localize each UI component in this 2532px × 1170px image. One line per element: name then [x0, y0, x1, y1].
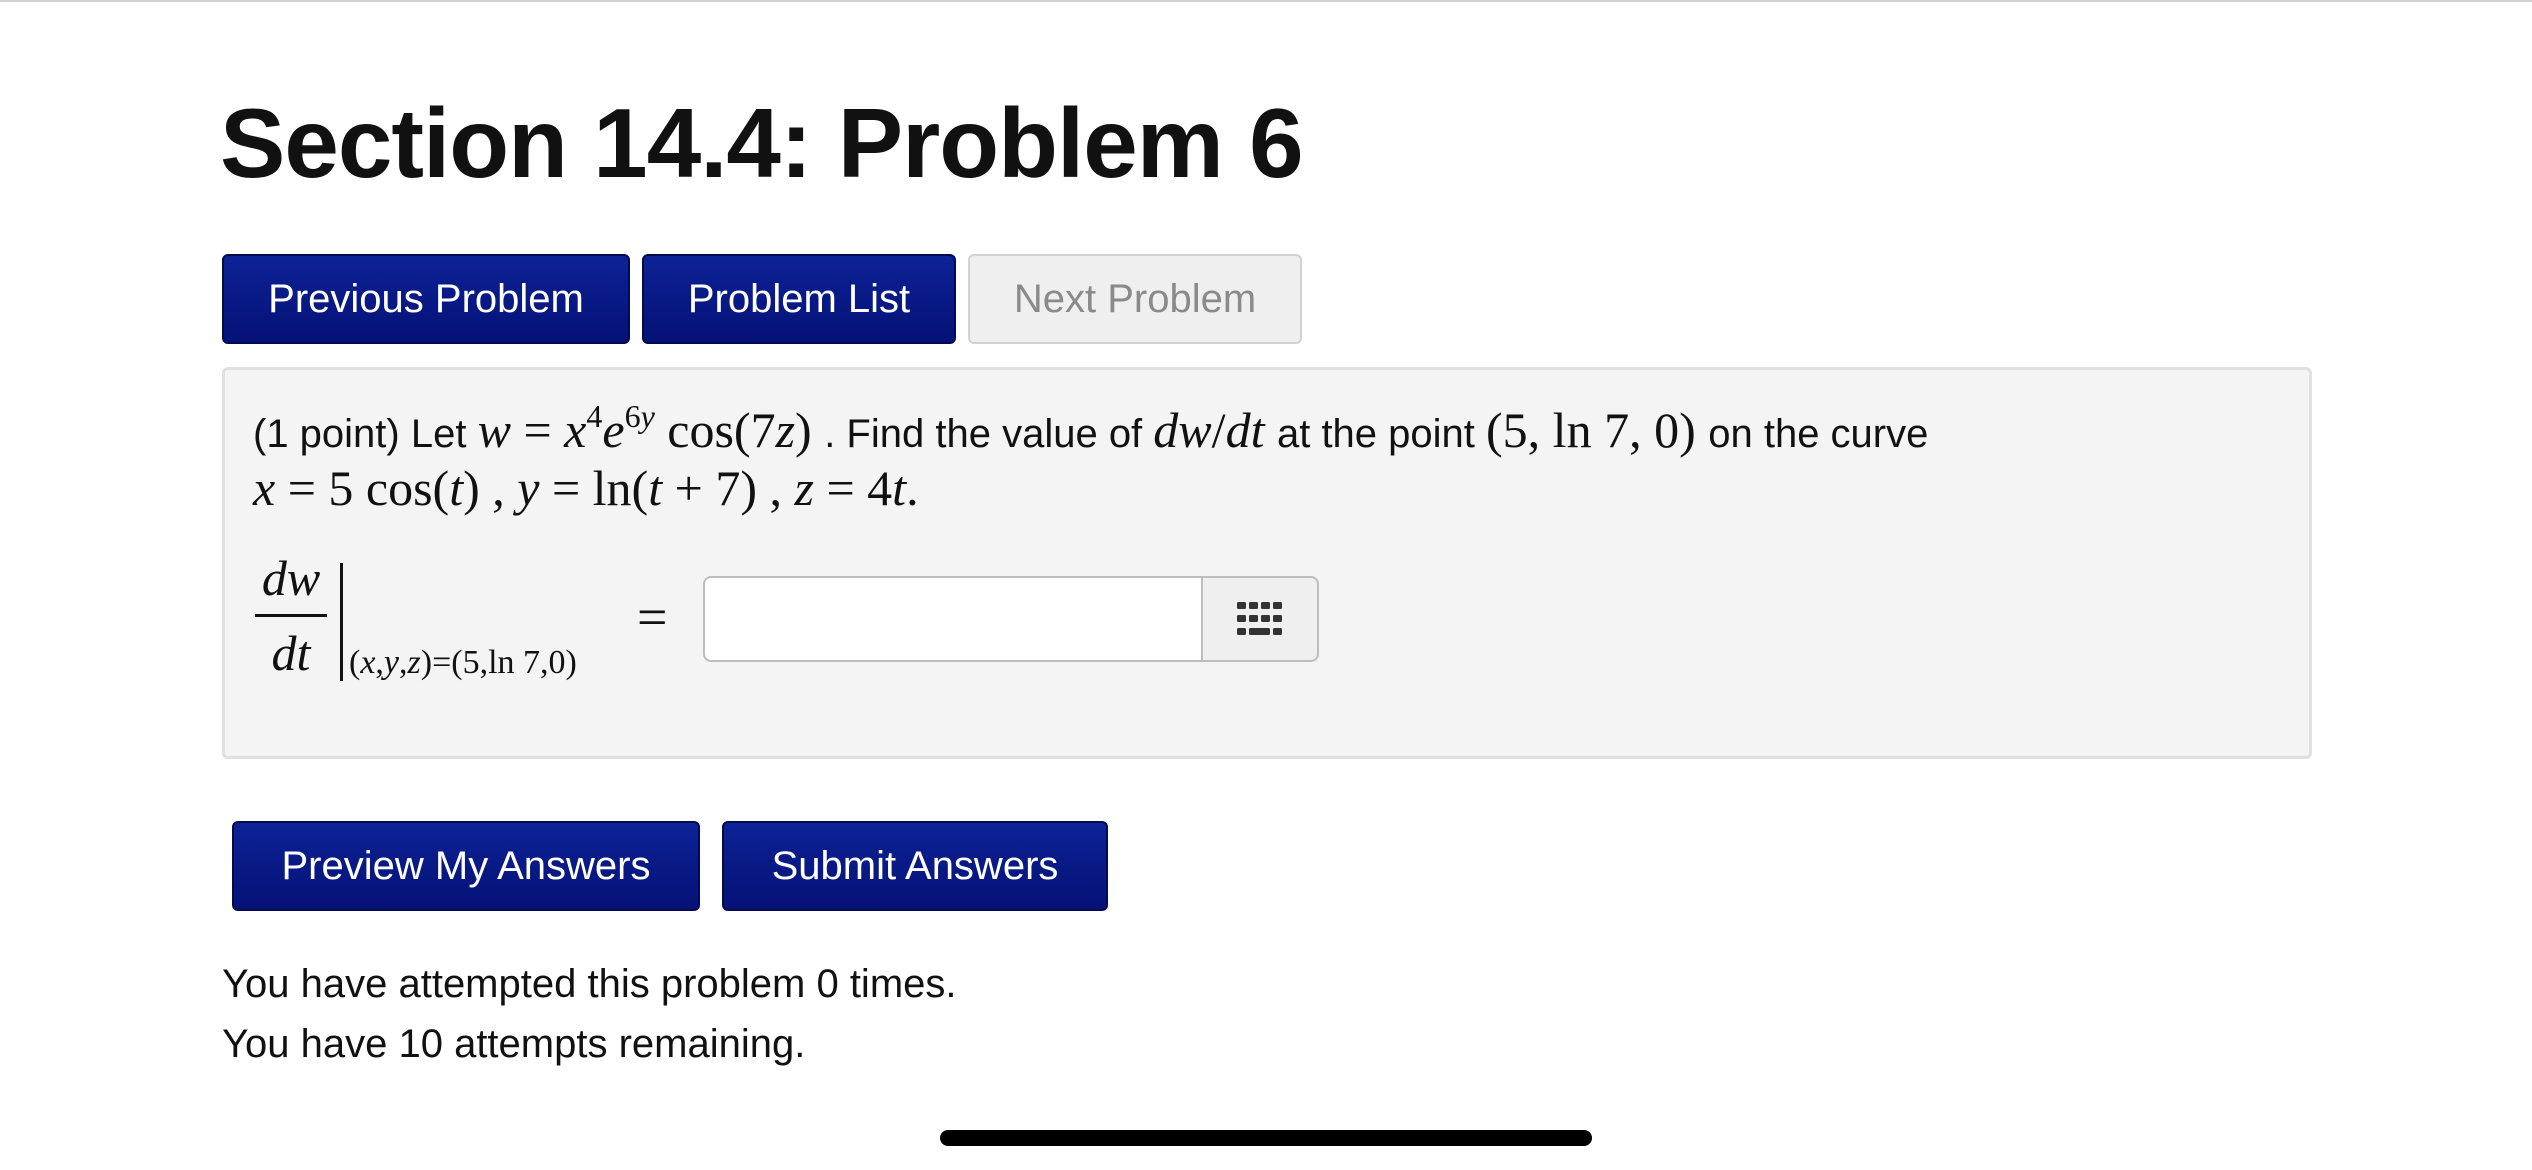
evaluation-point-subscript: (x,y,z)=(5,ln 7,0) [349, 644, 577, 681]
fraction-numerator: dw [261, 550, 321, 606]
math-point: (5, ln 7, 0) [1486, 402, 1709, 458]
attempts-remaining-text: You have 10 attempts remaining. [222, 1022, 806, 1066]
problem-list-button[interactable]: Problem List [642, 254, 956, 344]
top-border [0, 0, 2532, 2]
previous-problem-button[interactable]: Previous Problem [222, 254, 630, 344]
derivative-fraction: dw dt [255, 548, 327, 683]
math-function-w: w = x4e6y cos(7z) [477, 398, 825, 458]
problem-statement-line-1: (1 point) Let w = x4e6y cos(7z) . Find t… [253, 398, 1929, 462]
answer-input[interactable] [703, 576, 1201, 662]
problem-box: (1 point) Let w = x4e6y cos(7z) . Find t… [222, 367, 2312, 759]
evaluation-bar [340, 563, 343, 681]
submit-answers-button[interactable]: Submit Answers [722, 821, 1108, 911]
fraction-bar [255, 614, 327, 617]
at-point-text: at the point [1276, 412, 1475, 456]
fraction-denominator: dt [271, 625, 311, 681]
points-text: (1 point) Let [253, 412, 467, 456]
keypad-button[interactable] [1201, 576, 1319, 662]
next-problem-button: Next Problem [968, 254, 1302, 344]
page-title: Section 14.4: Problem 6 [220, 88, 1304, 198]
preview-answers-button[interactable]: Preview My Answers [232, 821, 700, 911]
math-curve: x = 5 cos(t) , y = ln(t + 7) , z = 4t. [253, 460, 919, 516]
math-dw-dt: dw/dt [1153, 402, 1265, 458]
equals-sign: = [637, 587, 668, 647]
on-curve-text: on the curve [1708, 412, 1929, 456]
keypad-grid-icon [1237, 602, 1282, 635]
problem-statement-line-2: x = 5 cos(t) , y = ln(t + 7) , z = 4t. [253, 460, 919, 520]
home-indicator[interactable] [940, 1130, 1592, 1146]
find-text: . Find the value of [824, 412, 1143, 456]
attempts-count-text: You have attempted this problem 0 times. [222, 962, 957, 1006]
